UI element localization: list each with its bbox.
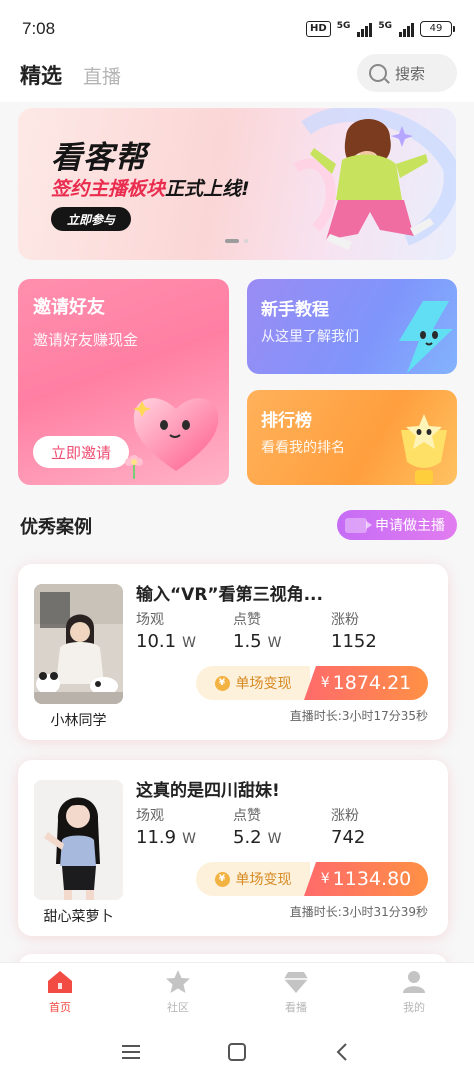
pagination-dot-active (225, 239, 239, 243)
coin-icon: ¥ (214, 675, 230, 691)
ranking-card[interactable]: 排行榜 看看我的排名 (247, 390, 457, 485)
trophy-mascot-icon (401, 414, 447, 484)
tutorial-title: 新手教程 (261, 300, 329, 320)
tutorial-subtitle: 从这里了解我们 (261, 329, 359, 345)
ranking-subtitle: 看看我的排名 (261, 440, 345, 456)
apply-anchor-label: 申请做主播 (375, 518, 445, 534)
invite-friends-card[interactable]: 邀请好友 邀请好友赚现金 立即邀请 (18, 279, 229, 485)
network-label-2: 5G (378, 21, 392, 31)
apply-anchor-button[interactable]: 申请做主播 (337, 510, 457, 540)
tab-featured[interactable]: 精选 (20, 60, 62, 90)
system-nav-bar (0, 1026, 474, 1080)
network-label-1: 5G (336, 21, 351, 31)
back-icon[interactable] (331, 1040, 355, 1064)
case-title: 这真的是四川甜妹! (136, 781, 280, 801)
diamond-icon (284, 972, 308, 993)
hd-badge: HD (306, 21, 331, 37)
tab-community[interactable]: 社区 (148, 969, 208, 1015)
banner-character-illustration (293, 108, 456, 250)
invite-subtitle: 邀请好友赚现金 (33, 331, 139, 349)
video-camera-icon (345, 517, 372, 533)
ranking-title: 排行榜 (261, 411, 312, 431)
banner-pagination (225, 239, 248, 243)
earnings-tag: ¥ 单场变现 ¥ 1134.80 (196, 862, 428, 896)
lightning-mascot-icon (399, 301, 453, 373)
earnings-label: 单场变现 (235, 676, 292, 692)
flower-icon (125, 455, 143, 479)
likes-value: 1.5 W (233, 631, 282, 652)
promo-banner[interactable]: 看客帮 签约主播板块正式上线! 立即参与 (18, 108, 456, 260)
fans-value: 1152 (331, 631, 377, 652)
tab-community-label: 社区 (167, 1001, 189, 1014)
earnings-label: 单场变现 (235, 872, 292, 888)
tab-home[interactable]: 首页 (30, 969, 90, 1015)
case-card[interactable]: 小林同学 输入“VR”看第三视角... 场观 点赞 涨粉 10.1 W 1.5 W … (18, 564, 448, 740)
earnings-value: 1874.21 (332, 672, 412, 694)
coin-icon: ¥ (214, 871, 230, 887)
likes-label: 点赞 (233, 612, 261, 628)
fans-label: 涨粉 (331, 808, 359, 824)
status-time: 7:08 (22, 19, 56, 38)
fans-label: 涨粉 (331, 612, 359, 628)
tab-home-label: 首页 (49, 1001, 71, 1014)
likes-value: 5.2 W (233, 827, 282, 848)
views-label: 场观 (136, 612, 164, 628)
likes-label: 点赞 (233, 808, 261, 824)
banner-subtitle: 签约主播板块正式上线! (51, 178, 250, 200)
search-icon (369, 64, 387, 82)
tab-watch-label: 看播 (285, 1001, 307, 1014)
anchor-name: 小林同学 (50, 713, 107, 729)
live-duration: 直播时长:3小时31分39秒 (289, 905, 428, 919)
case-card[interactable]: 甜心菜萝卜 这真的是四川甜妹! 场观 点赞 涨粉 11.9 W 5.2 W 742 … (18, 760, 448, 936)
profile-icon (403, 971, 425, 993)
status-icons: HD 5G 5G 49 (306, 21, 455, 37)
tab-profile[interactable]: 我的 (384, 969, 444, 1015)
views-label: 场观 (136, 808, 164, 824)
fans-value: 742 (331, 827, 366, 848)
anchor-name: 甜心菜萝卜 (43, 909, 114, 925)
anchor-photo (34, 780, 123, 900)
tab-profile-label: 我的 (403, 1001, 425, 1014)
tab-watch[interactable]: 看播 (266, 969, 326, 1015)
top-header: 精选 直播 搜索 (0, 54, 474, 94)
earnings-value: 1134.80 (332, 868, 412, 890)
invite-now-button[interactable]: 立即邀请 (33, 436, 129, 468)
battery-icon: 49 (420, 21, 455, 37)
star-icon (166, 970, 190, 993)
pagination-dot (244, 239, 248, 243)
cases-section-title: 优秀案例 (20, 517, 92, 538)
search-button[interactable]: 搜索 (357, 54, 457, 92)
bottom-tab-bar: 首页 社区 看播 我的 (0, 962, 474, 1026)
live-duration: 直播时长:3小时17分35秒 (289, 709, 428, 723)
currency-symbol: ¥ (320, 871, 330, 887)
signal-icon (357, 21, 373, 37)
tab-live[interactable]: 直播 (83, 62, 121, 89)
search-label: 搜索 (395, 64, 426, 83)
home-icon (48, 971, 72, 993)
case-title: 输入“VR”看第三视角... (136, 585, 323, 605)
status-bar: 7:08 HD 5G 5G 49 (0, 0, 474, 58)
menu-icon[interactable] (119, 1040, 143, 1064)
join-now-button[interactable]: 立即参与 (51, 207, 131, 231)
tutorial-card[interactable]: 新手教程 从这里了解我们 (247, 279, 457, 374)
invite-title: 邀请好友 (33, 297, 105, 318)
home-nav-icon[interactable] (225, 1040, 249, 1064)
anchor-photo (34, 584, 123, 704)
earnings-tag: ¥ 单场变现 ¥ 1874.21 (196, 666, 428, 700)
currency-symbol: ¥ (320, 675, 330, 691)
signal-icon-2 (399, 21, 414, 37)
banner-title: 看客帮 (51, 140, 147, 176)
views-value: 11.9 W (136, 827, 196, 848)
views-value: 10.1 W (136, 631, 196, 652)
